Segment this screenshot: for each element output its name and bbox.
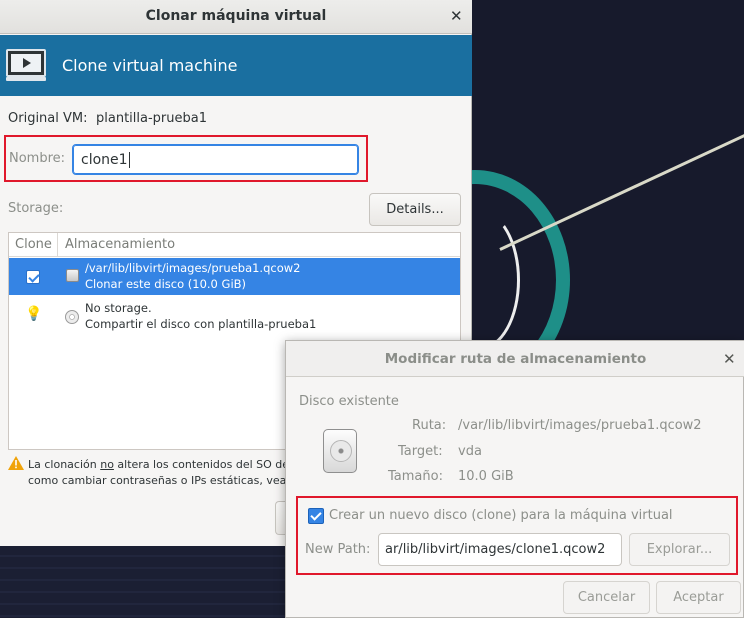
modify-storage-path-dialog: Modificar ruta de almacenamiento ✕ Disco…	[285, 340, 744, 618]
table-row[interactable]: 💡 No storage. Compartir el disco con pla…	[9, 298, 460, 335]
storage-label: Storage:	[8, 201, 64, 216]
column-separator	[57, 233, 58, 257]
column-header-clone[interactable]: Clone	[15, 237, 52, 252]
create-clone-checkbox[interactable]	[308, 508, 324, 524]
disk-icon	[66, 269, 79, 282]
name-input-value: clone1	[81, 151, 128, 168]
row-path: No storage.	[85, 301, 152, 315]
warning-text-line1: La clonación no altera los contenidos de…	[28, 458, 292, 471]
name-input[interactable]: clone1	[72, 144, 359, 175]
browse-button[interactable]: Explorar...	[629, 533, 730, 566]
row-path: /var/lib/libvirt/images/prueba1.qcow2	[85, 261, 301, 275]
clone-checkbox[interactable]	[26, 270, 40, 284]
create-clone-label[interactable]: Crear un nuevo disco (clone) para la máq…	[329, 508, 673, 523]
table-header: Clone Almacenamiento	[9, 233, 460, 257]
warning-emphasis: no	[100, 458, 114, 471]
target-label: Target:	[398, 444, 443, 459]
banner-title: Clone virtual machine	[62, 56, 238, 75]
column-header-storage[interactable]: Almacenamiento	[65, 237, 175, 252]
close-icon[interactable]: ✕	[450, 7, 463, 25]
path-label: Ruta:	[412, 418, 447, 433]
close-icon[interactable]: ✕	[723, 350, 736, 368]
size-label: Tamaño:	[388, 469, 443, 484]
row-action: Compartir el disco con plantilla-prueba1	[85, 317, 317, 331]
wallpaper-stripes	[0, 545, 300, 618]
warning-post: altera los contenidos del SO del	[113, 458, 293, 471]
size-value: 10.0 GiB	[458, 469, 514, 484]
row-action: Clonar este disco (10.0 GiB)	[85, 277, 247, 291]
cancel-button[interactable]: Cancelar	[563, 581, 650, 614]
warning-pre: La clonación	[28, 458, 101, 471]
dialog-title: Modificar ruta de almacenamiento	[384, 351, 647, 367]
dialog-titlebar[interactable]: Modificar ruta de almacenamiento ✕	[286, 341, 744, 377]
new-path-value: ar/lib/libvirt/images/clone1.qcow2	[385, 542, 606, 557]
clone-window-titlebar[interactable]: Clonar máquina virtual ✕	[0, 0, 472, 34]
original-vm-value: plantilla-prueba1	[96, 111, 207, 126]
warning-icon	[8, 456, 24, 470]
name-label: Nombre:	[9, 151, 66, 166]
accept-button[interactable]: Aceptar	[656, 581, 741, 614]
table-row[interactable]: /var/lib/libvirt/images/prueba1.qcow2 Cl…	[9, 258, 460, 295]
new-path-label: New Path:	[305, 542, 371, 557]
target-value: vda	[458, 444, 482, 459]
lightbulb-icon: 💡	[25, 306, 43, 322]
details-button[interactable]: Details...	[369, 193, 461, 226]
text-cursor	[128, 151, 130, 168]
header-banner: Clone virtual machine	[0, 35, 472, 96]
hard-disk-icon	[323, 429, 357, 473]
cdrom-icon	[65, 310, 79, 324]
warning-text-line2: como cambiar contraseñas o IPs estáticas…	[28, 474, 293, 487]
existing-disk-heading: Disco existente	[299, 394, 399, 409]
window-title: Clonar máquina virtual	[145, 8, 327, 24]
original-vm-label: Original VM:	[8, 111, 88, 126]
path-value: /var/lib/libvirt/images/prueba1.qcow2	[458, 418, 702, 433]
vm-console-icon	[6, 49, 46, 81]
new-path-input[interactable]: ar/lib/libvirt/images/clone1.qcow2	[378, 533, 622, 566]
